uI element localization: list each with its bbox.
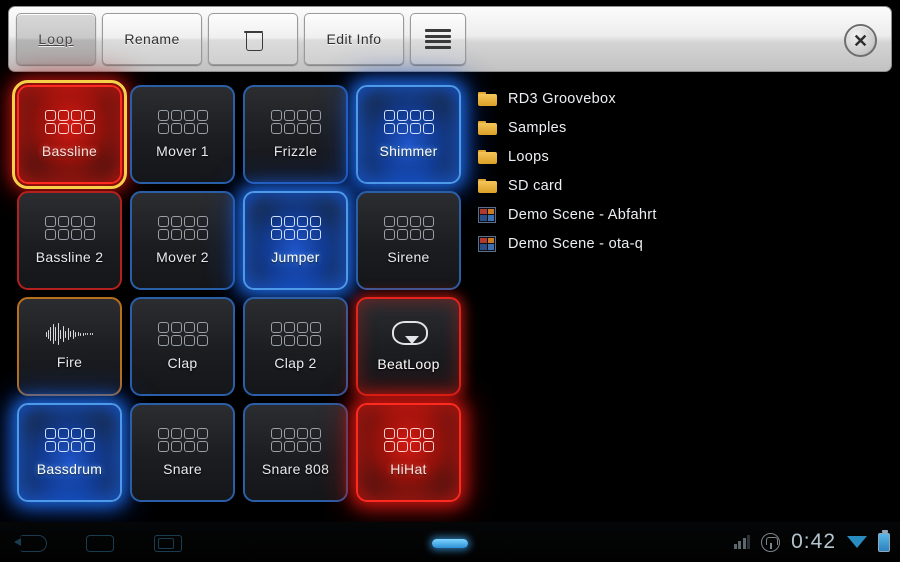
pad-label: Fire xyxy=(56,354,83,370)
file-browser-list: RD3 Groovebox Samples Loops SD card Demo Sce… xyxy=(470,84,890,264)
pad-label: HiHat xyxy=(390,461,427,477)
loop-button[interactable]: Loop xyxy=(16,13,96,65)
hamburger-icon xyxy=(425,29,451,49)
loop-arrow-icon xyxy=(391,321,428,347)
pad-frizzle[interactable]: Frizzle xyxy=(243,85,348,184)
pad-label: Mover 2 xyxy=(156,249,209,265)
rd3-groovebox-browser: Loop Rename Edit Info ✕ Bassline Mover 1 F… xyxy=(0,0,900,562)
sequencer-grid-icon xyxy=(270,322,321,346)
list-item[interactable]: Demo Scene - ota-q xyxy=(478,229,890,258)
sequencer-grid-icon xyxy=(383,428,434,452)
sequencer-grid-icon xyxy=(383,110,434,134)
pad-fire[interactable]: Fire xyxy=(17,297,122,396)
list-item-label: Demo Scene - ota-q xyxy=(508,235,644,252)
sequencer-grid-icon xyxy=(157,428,208,452)
pad-shimmer[interactable]: Shimmer xyxy=(356,85,461,184)
home-icon[interactable] xyxy=(82,534,116,552)
list-item-label: RD3 Groovebox xyxy=(508,90,616,107)
pad-snare-808[interactable]: Snare 808 xyxy=(243,403,348,502)
list-item-label: SD card xyxy=(508,177,563,194)
pad-label: Jumper xyxy=(271,249,320,265)
pad-clap-2[interactable]: Clap 2 xyxy=(243,297,348,396)
sync-icon xyxy=(761,532,781,552)
menu-button[interactable] xyxy=(410,13,466,65)
sequencer-grid-icon xyxy=(44,216,95,240)
scene-icon xyxy=(478,206,496,223)
sequencer-grid-icon xyxy=(270,428,321,452)
scene-icon xyxy=(478,235,496,252)
rename-button-label: Rename xyxy=(124,31,180,47)
pad-hihat[interactable]: HiHat xyxy=(356,403,461,502)
pad-label: Sirene xyxy=(387,249,430,265)
loop-button-label: Loop xyxy=(38,31,74,47)
waveform-icon xyxy=(45,323,94,345)
pad-label: BeatLoop xyxy=(377,356,440,372)
android-system-bar: 0:42 xyxy=(0,522,900,562)
pad-beatloop[interactable]: BeatLoop xyxy=(356,297,461,396)
pad-bassdrum[interactable]: Bassdrum xyxy=(17,403,122,502)
edit-info-button[interactable]: Edit Info xyxy=(304,13,404,65)
close-button[interactable]: ✕ xyxy=(844,24,877,57)
pad-grid: Bassline Mover 1 Frizzle Shimmer Bassline 2 M… xyxy=(12,80,480,512)
battery-icon xyxy=(878,529,890,552)
sequencer-grid-icon xyxy=(157,110,208,134)
pad-label: Snare xyxy=(163,461,202,477)
pad-label: Mover 1 xyxy=(156,143,209,159)
folder-icon xyxy=(478,91,497,106)
pad-snare[interactable]: Snare xyxy=(130,403,235,502)
clock: 0:42 xyxy=(791,530,836,553)
pad-label: Shimmer xyxy=(379,143,438,159)
list-item[interactable]: Loops xyxy=(478,142,890,171)
recents-icon[interactable] xyxy=(150,534,184,552)
list-item[interactable]: Demo Scene - Abfahrt xyxy=(478,200,890,229)
pad-mover-1[interactable]: Mover 1 xyxy=(130,85,235,184)
pad-label: Snare 808 xyxy=(261,461,330,477)
pad-label: Bassline 2 xyxy=(35,249,104,265)
pad-label: Bassdrum xyxy=(36,461,103,477)
list-item[interactable]: RD3 Groovebox xyxy=(478,84,890,113)
back-icon[interactable] xyxy=(14,534,48,552)
signal-bars-icon xyxy=(733,535,751,549)
notification-indicator[interactable] xyxy=(432,539,468,548)
sequencer-grid-icon xyxy=(44,110,95,134)
pad-label: Frizzle xyxy=(273,143,318,159)
sequencer-grid-icon xyxy=(270,110,321,134)
status-icons: 0:42 xyxy=(733,522,890,562)
list-item[interactable]: SD card xyxy=(478,171,890,200)
list-item-label: Samples xyxy=(508,119,567,136)
trash-icon xyxy=(243,29,263,51)
pad-bassline-2[interactable]: Bassline 2 xyxy=(17,191,122,290)
pad-label: Clap xyxy=(167,355,198,371)
delete-button[interactable] xyxy=(208,13,298,65)
toolbar: Loop Rename Edit Info ✕ xyxy=(8,6,892,72)
sequencer-grid-icon xyxy=(270,216,321,240)
wifi-icon xyxy=(847,536,867,548)
rename-button[interactable]: Rename xyxy=(102,13,202,65)
navigation-buttons xyxy=(0,534,184,552)
list-item-label: Demo Scene - Abfahrt xyxy=(508,206,657,223)
sequencer-grid-icon xyxy=(157,322,208,346)
pad-jumper[interactable]: Jumper xyxy=(243,191,348,290)
pad-bassline[interactable]: Bassline xyxy=(12,80,127,189)
pad-sirene[interactable]: Sirene xyxy=(356,191,461,290)
folder-icon xyxy=(478,149,497,164)
sequencer-grid-icon xyxy=(44,428,95,452)
sequencer-grid-icon xyxy=(157,216,208,240)
pad-label: Bassline xyxy=(41,143,98,159)
folder-icon xyxy=(478,178,497,193)
list-item[interactable]: Samples xyxy=(478,113,890,142)
sequencer-grid-icon xyxy=(383,216,434,240)
pad-label: Clap 2 xyxy=(274,355,317,371)
list-item-label: Loops xyxy=(508,148,550,165)
edit-info-button-label: Edit Info xyxy=(326,31,382,47)
close-icon: ✕ xyxy=(852,30,869,51)
pad-clap[interactable]: Clap xyxy=(130,297,235,396)
folder-icon xyxy=(478,120,497,135)
pad-mover-2[interactable]: Mover 2 xyxy=(130,191,235,290)
